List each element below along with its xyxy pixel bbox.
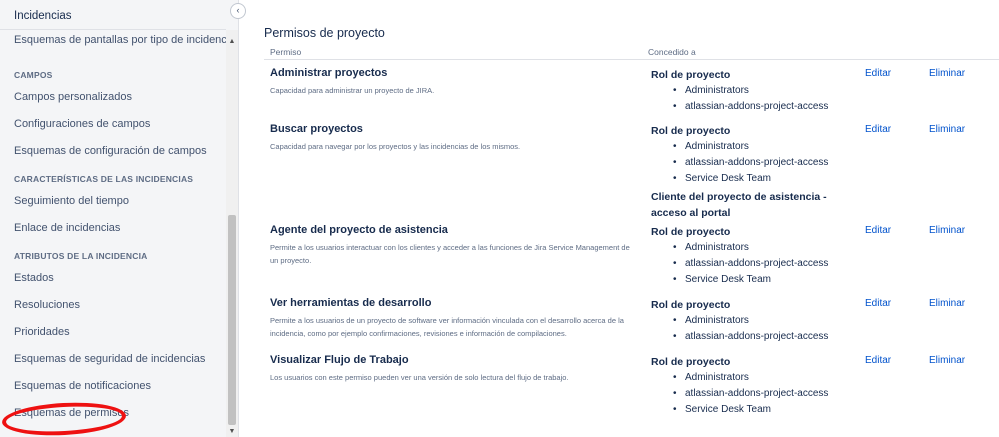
sidebar-section-caracteristicas: CARACTERÍSTICAS DE LAS INCIDENCIAS [14,174,194,184]
grant-item: Administrators [651,83,861,99]
permission-description: Capacidad para navegar por los proyectos… [270,142,521,151]
page-title: Permisos de proyecto [264,26,385,40]
grant-item: Service Desk Team [651,171,861,187]
sidebar-item-resoluciones[interactable]: Resoluciones [0,292,226,319]
grant-title-extra: Cliente del proyecto de asistencia - acc… [651,191,827,219]
grant-item: atlassian-addons-project-access [651,386,861,402]
grant-title: Rol de proyecto [651,69,731,81]
permission-name: Visualizar Flujo de Trabajo [270,354,409,366]
delete-link[interactable]: Eliminar [929,124,965,135]
grant-title: Rol de proyecto [651,356,731,368]
sidebar-list: Esquemas de pantallas por tipo de incide… [0,30,226,427]
sidebar-scrollbar[interactable]: ▲ ▼ [226,30,238,437]
sidebar-item-estados[interactable]: Estados [0,265,226,292]
permission-name: Buscar proyectos [270,123,363,135]
edit-link[interactable]: Editar [865,225,891,236]
permission-description: Permite a los usuarios interactuar con l… [270,243,630,265]
sidebar-item-esquemas-configuracion-campos[interactable]: Esquemas de configuración de campos [0,138,226,165]
delete-link[interactable]: Eliminar [929,68,965,79]
grant-list: Administrators atlassian-addons-project-… [651,83,861,115]
grants: Rol de proyecto Administrators atlassian… [651,354,861,418]
scroll-thumb[interactable] [228,215,236,425]
header-divider [264,59,999,60]
sidebar-item-seguimiento-tiempo[interactable]: Seguimiento del tiempo [0,188,226,215]
grant-item: Administrators [651,139,861,155]
grants: Rol de proyecto Administrators atlassian… [651,123,861,221]
grant-list: Administrators atlassian-addons-project-… [651,370,861,418]
arrow-down-icon[interactable]: ▼ [226,426,238,437]
main-content: Permisos de proyecto Permiso Concedido a… [264,0,999,437]
sidebar-section-campos: CAMPOS [14,70,53,80]
grant-item: atlassian-addons-project-access [651,99,861,115]
edit-link[interactable]: Editar [865,298,891,309]
column-header-permiso: Permiso [270,47,302,57]
grant-item: Administrators [651,370,861,386]
column-header-concedido: Concedido a [648,47,696,57]
grant-item: atlassian-addons-project-access [651,329,861,345]
edit-link[interactable]: Editar [865,355,891,366]
sidebar-item-esquemas-seguridad[interactable]: Esquemas de seguridad de incidencias [0,346,226,373]
grant-item: Administrators [651,240,861,256]
grant-item: Service Desk Team [651,272,861,288]
edit-link[interactable]: Editar [865,124,891,135]
sidebar-item-esquemas-notificaciones[interactable]: Esquemas de notificaciones [0,373,226,400]
chevron-left-icon[interactable]: ‹ [230,3,246,19]
delete-link[interactable]: Eliminar [929,225,965,236]
sidebar-header[interactable]: Incidencias [0,0,226,30]
delete-link[interactable]: Eliminar [929,298,965,309]
grants: Rol de proyecto Administrators atlassian… [651,297,861,345]
sidebar-item-enlace-incidencias[interactable]: Enlace de incidencias [0,215,226,242]
grant-list: Administrators atlassian-addons-project-… [651,240,861,288]
permission-name: Administrar proyectos [270,67,388,79]
sidebar-item-configuraciones-campos[interactable]: Configuraciones de campos [0,111,226,138]
grant-list: Administrators atlassian-addons-project-… [651,139,861,187]
permission-name: Agente del proyecto de asistencia [270,224,448,236]
sidebar-item-campos-personalizados[interactable]: Campos personalizados [0,84,226,111]
grant-list: Administrators atlassian-addons-project-… [651,313,861,345]
grant-item: Service Desk Team [651,402,861,418]
grants: Rol de proyecto Administrators atlassian… [651,224,861,288]
permission-description: Los usuarios con este permiso pueden ver… [270,373,569,382]
edit-link[interactable]: Editar [865,68,891,79]
permission-description: Capacidad para administrar un proyecto d… [270,86,435,95]
grant-item: atlassian-addons-project-access [651,256,861,272]
sidebar-item-prioridades[interactable]: Prioridades [0,319,226,346]
delete-link[interactable]: Eliminar [929,355,965,366]
grant-title: Rol de proyecto [651,125,731,137]
grant-title: Rol de proyecto [651,226,731,238]
sidebar-item-esquemas-pantallas[interactable]: Esquemas de pantallas por tipo de incide… [0,30,226,52]
permission-description: Permite a los usuarios de un proyecto de… [270,316,624,338]
grant-title: Rol de proyecto [651,299,731,311]
arrow-up-icon[interactable]: ▲ [226,36,238,48]
grant-item: atlassian-addons-project-access [651,155,861,171]
sidebar: Incidencias Esquemas de pantallas por ti… [0,0,239,437]
permission-name: Ver herramientas de desarrollo [270,297,432,309]
sidebar-item-esquemas-permisos[interactable]: Esquemas de permisos [0,400,226,427]
grant-item: Administrators [651,313,861,329]
grants: Rol de proyecto Administrators atlassian… [651,67,861,115]
sidebar-section-atributos: ATRIBUTOS DE LA INCIDENCIA [14,251,148,261]
